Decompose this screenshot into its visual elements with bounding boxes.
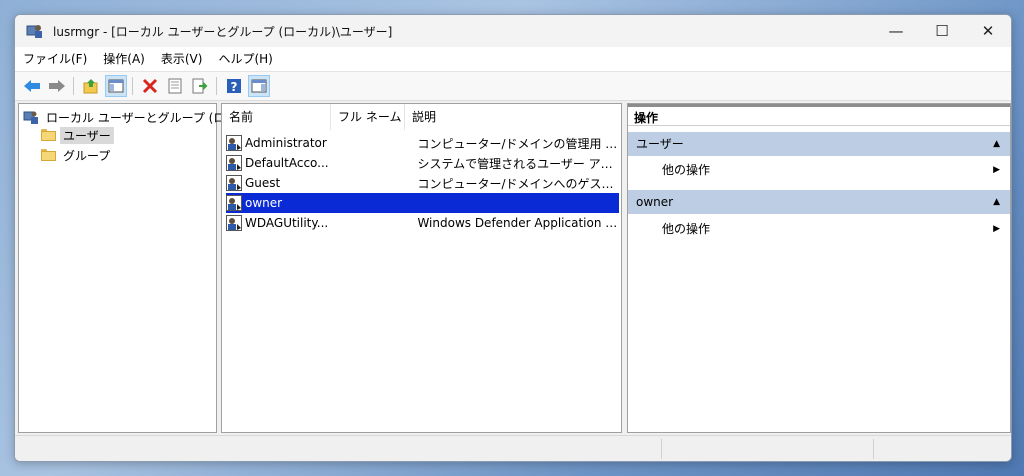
cell-name: Administrator bbox=[245, 136, 327, 150]
svg-text:?: ? bbox=[231, 80, 238, 94]
table-row[interactable]: Administrator コンピューター/ドメインの管理用 (ビルトイ... bbox=[226, 133, 619, 153]
maximize-icon: ☐ bbox=[935, 22, 949, 40]
show-hide-tree-icon bbox=[108, 79, 124, 93]
cell-name: DefaultAcco... bbox=[245, 156, 329, 170]
folder-icon bbox=[41, 149, 56, 161]
user-icon bbox=[226, 215, 242, 231]
up-folder-icon bbox=[83, 79, 98, 94]
column-header-description[interactable]: 説明 bbox=[405, 104, 621, 130]
table-row[interactable]: Guest コンピューター/ドメインへのゲスト アクセス... bbox=[226, 173, 619, 193]
lusrmgr-window: lusrmgr - [ローカル ユーザーとグループ (ローカル)\ユーザー] —… bbox=[14, 14, 1012, 462]
computer-users-icon bbox=[23, 111, 38, 124]
show-hide-action-pane-icon bbox=[251, 79, 267, 93]
submenu-arrow-icon: ▶ bbox=[993, 165, 1000, 175]
app-icon bbox=[26, 22, 44, 40]
actions-header: 操作 bbox=[628, 104, 1010, 126]
cell-description: システムで管理されるユーザー アカウント... bbox=[417, 156, 619, 171]
action-section-title: owner bbox=[636, 195, 674, 209]
delete-button[interactable] bbox=[139, 75, 161, 97]
toolbar: ? bbox=[15, 72, 1011, 101]
show-hide-tree-button[interactable] bbox=[105, 75, 127, 97]
window-title: lusrmgr - [ローカル ユーザーとグループ (ローカル)\ユーザー] bbox=[53, 24, 393, 39]
table-row[interactable]: WDAGUtility... Windows Defender Applicat… bbox=[226, 213, 619, 233]
title-bar[interactable]: lusrmgr - [ローカル ユーザーとグループ (ローカル)\ユーザー] —… bbox=[15, 15, 1011, 47]
user-icon bbox=[226, 195, 242, 211]
tree-item-groups[interactable]: グループ bbox=[41, 146, 113, 164]
folder-icon bbox=[41, 129, 56, 141]
action-more-actions-owner[interactable]: 他の操作 ▶ bbox=[628, 217, 1010, 241]
menu-view[interactable]: 表示(V) bbox=[153, 48, 211, 70]
cell-name: owner bbox=[245, 196, 283, 210]
toolbar-separator bbox=[73, 77, 74, 95]
collapse-icon[interactable]: ▲ bbox=[993, 132, 1000, 156]
back-button[interactable] bbox=[21, 75, 43, 97]
toolbar-separator bbox=[216, 77, 217, 95]
delete-icon bbox=[142, 78, 158, 94]
minimize-button[interactable]: — bbox=[873, 15, 919, 47]
submenu-arrow-icon: ▶ bbox=[993, 224, 1000, 234]
maximize-button[interactable]: ☐ bbox=[919, 15, 965, 47]
cell-name: WDAGUtility... bbox=[245, 216, 329, 230]
minimize-icon: — bbox=[888, 22, 904, 40]
menu-file[interactable]: ファイル(F) bbox=[15, 48, 95, 70]
export-list-icon bbox=[192, 78, 208, 94]
action-section-title: ユーザー bbox=[636, 137, 684, 151]
toolbar-separator bbox=[132, 77, 133, 95]
help-button[interactable]: ? bbox=[223, 75, 245, 97]
action-item-label: 他の操作 bbox=[662, 222, 711, 236]
action-section-users[interactable]: ユーザー ▲ bbox=[628, 132, 1010, 156]
status-segment bbox=[661, 439, 662, 459]
tree-item-label: グループ bbox=[63, 148, 111, 163]
show-hide-action-pane-button[interactable] bbox=[248, 75, 270, 97]
cell-description: コンピューター/ドメインへのゲスト アクセス... bbox=[417, 176, 619, 191]
user-icon bbox=[226, 155, 242, 171]
tree-item-users[interactable]: ユーザー bbox=[41, 126, 114, 144]
column-header-fullname[interactable]: フル ネーム bbox=[331, 104, 405, 130]
user-icon bbox=[226, 175, 242, 191]
forward-button[interactable] bbox=[46, 75, 68, 97]
action-item-label: 他の操作 bbox=[662, 163, 711, 177]
back-icon bbox=[24, 80, 40, 92]
properties-icon bbox=[168, 78, 182, 94]
table-row-selected[interactable]: owner bbox=[226, 193, 619, 213]
actions-pane: 操作 ユーザー ▲ 他の操作 ▶ owner ▲ 他の操作 ▶ bbox=[627, 103, 1011, 433]
cell-name: Guest bbox=[245, 176, 281, 190]
close-icon: ✕ bbox=[981, 22, 995, 40]
close-button[interactable]: ✕ bbox=[965, 15, 1011, 47]
export-list-button[interactable] bbox=[189, 75, 211, 97]
list-header: 名前 フル ネーム 説明 bbox=[222, 104, 621, 130]
cell-description: コンピューター/ドメインの管理用 (ビルトイ... bbox=[417, 136, 619, 151]
tree-item-label: ユーザー bbox=[60, 126, 114, 144]
table-row[interactable]: DefaultAcco... システムで管理されるユーザー アカウント... bbox=[226, 153, 619, 173]
menu-bar: ファイル(F) 操作(A) 表示(V) ヘルプ(H) bbox=[15, 47, 1011, 72]
action-more-actions-users[interactable]: 他の操作 ▶ bbox=[628, 158, 1010, 182]
properties-button[interactable] bbox=[164, 75, 186, 97]
help-icon: ? bbox=[227, 79, 241, 94]
user-icon bbox=[226, 135, 242, 151]
menu-help[interactable]: ヘルプ(H) bbox=[210, 48, 280, 70]
up-folder-button[interactable] bbox=[80, 75, 102, 97]
collapse-icon[interactable]: ▲ bbox=[993, 190, 1000, 214]
cell-description: Windows Defender Application Gu... bbox=[417, 216, 619, 230]
action-section-owner[interactable]: owner ▲ bbox=[628, 190, 1010, 214]
column-header-name[interactable]: 名前 bbox=[222, 104, 331, 130]
status-bar bbox=[15, 435, 1011, 461]
forward-icon bbox=[49, 80, 65, 92]
status-segment bbox=[873, 439, 874, 459]
user-list-pane[interactable]: 名前 フル ネーム 説明 Administrator コンピューター/ドメインの… bbox=[221, 103, 622, 433]
tree-pane[interactable]: ローカル ユーザーとグループ (ローカル) ユーザー グループ bbox=[18, 103, 266, 433]
menu-action[interactable]: 操作(A) bbox=[95, 48, 153, 70]
